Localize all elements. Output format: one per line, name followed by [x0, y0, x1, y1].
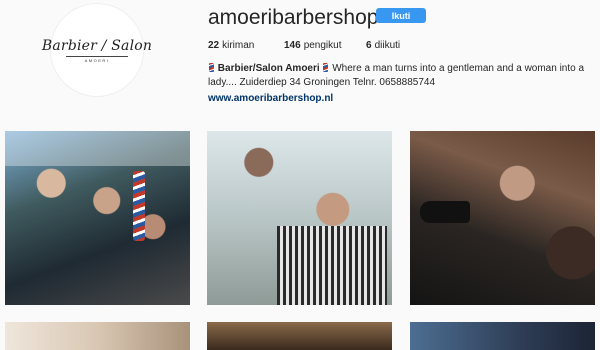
post-thumbnail-4[interactable] [5, 322, 190, 350]
profile-page: Barbier / Salon AMOERI amoeribarbershop … [0, 0, 600, 350]
post-thumbnail-1[interactable] [5, 131, 190, 305]
follow-button[interactable]: Ikuti [376, 8, 426, 23]
posts-label: kiriman [222, 40, 255, 51]
stat-following[interactable]: 6 diikuti [366, 40, 400, 51]
avatar-logo-divider [66, 55, 128, 57]
profile-website-link[interactable]: www.amoeribarbershop.nl [208, 93, 333, 104]
following-count: 6 [366, 40, 372, 51]
stat-posts: 22 kiriman [208, 40, 284, 51]
post-thumbnail-6[interactable] [410, 322, 595, 350]
stat-followers[interactable]: 146 pengikut [284, 40, 366, 51]
hair-dryer-image [420, 201, 470, 223]
post-thumbnail-5[interactable] [207, 322, 392, 350]
following-label: diikuti [374, 40, 401, 51]
barber-pole-icon [323, 63, 329, 72]
profile-stats: 22 kiriman 146 pengikut 6 diikuti [208, 40, 400, 51]
post-thumbnail-3[interactable] [410, 131, 595, 305]
avatar-logo-text: Barbier / Salon [41, 37, 153, 54]
barber-pole-image [133, 171, 145, 241]
followers-count: 146 [284, 40, 301, 51]
profile-avatar[interactable]: Barbier / Salon AMOERI [42, 3, 152, 97]
posts-count: 22 [208, 40, 220, 51]
profile-bio: Barbier/Salon Amoeri Where a man turns i… [208, 62, 588, 90]
bio-name: Barbier/Salon Amoeri [217, 63, 320, 74]
avatar-logo-subtitle: AMOERI [84, 57, 110, 63]
barber-pole-icon [209, 63, 214, 72]
profile-username: amoeribarbershop [208, 6, 379, 29]
post-thumbnail-2[interactable] [207, 131, 392, 305]
followers-label: pengikut [303, 40, 342, 51]
